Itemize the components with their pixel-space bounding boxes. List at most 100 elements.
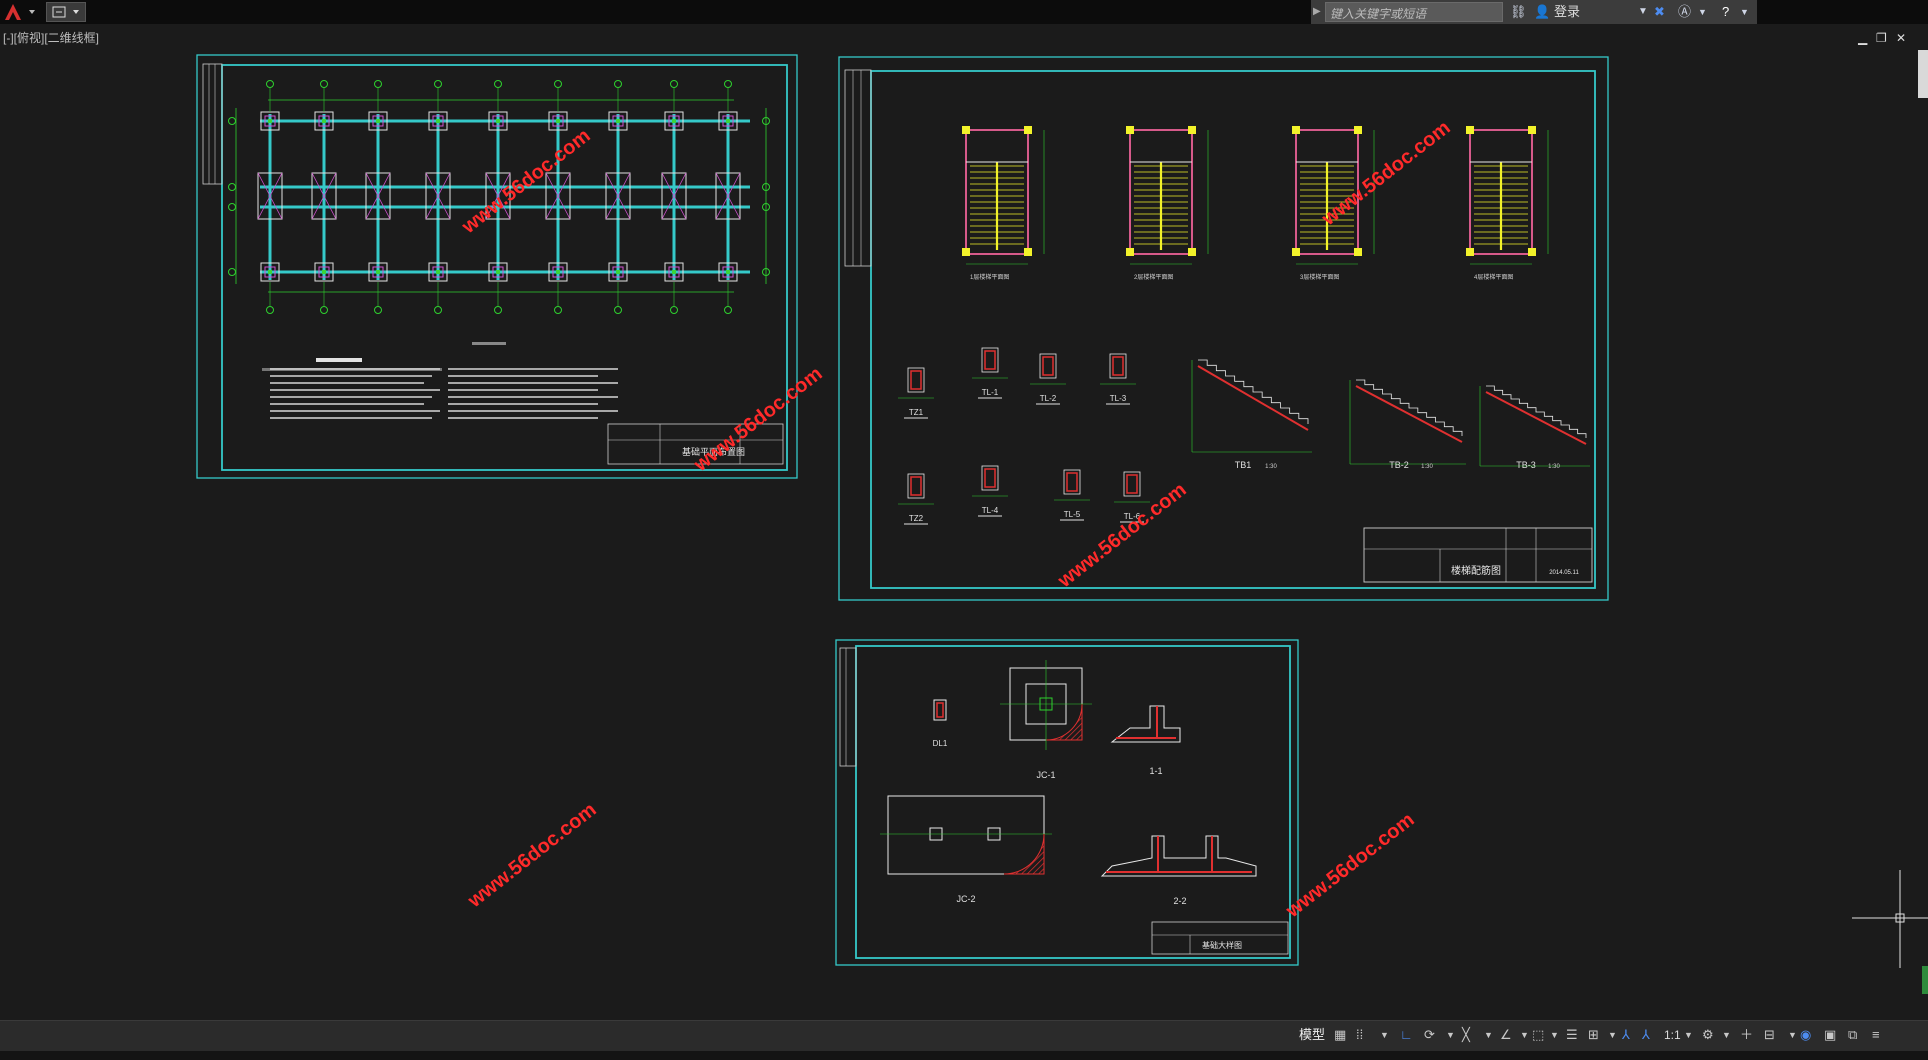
plus-icon[interactable]: ＋ — [1740, 1026, 1753, 1044]
axis-bubble — [374, 306, 382, 314]
axis-bubble — [724, 80, 732, 88]
flight-label: TB1 — [1235, 460, 1252, 470]
osnap-dropdown-icon[interactable]: ▼ — [1550, 1026, 1559, 1044]
watermark-text: www.56doc.com — [457, 125, 594, 239]
polar-dropdown-icon[interactable]: ▼ — [1446, 1026, 1455, 1044]
progress-indicator — [1922, 966, 1928, 994]
snap-icon[interactable]: ⁞⁞ — [1356, 1026, 1363, 1044]
section-2-2 — [1100, 835, 1257, 877]
axis-bubble — [670, 306, 678, 314]
axis-bubble — [724, 306, 732, 314]
lineweight-icon[interactable]: ☰ — [1566, 1026, 1578, 1044]
hardware-acceleration-icon[interactable]: ▣ — [1824, 1026, 1836, 1044]
section-label: TL-2 — [1040, 394, 1057, 403]
watermark-text: www.56doc.com — [463, 799, 600, 913]
section-label: TL-5 — [1064, 510, 1081, 519]
axis-bubble — [228, 268, 236, 276]
stair-plan: 2层楼梯平面图 — [1126, 126, 1209, 281]
stair-flight: TB-3 1:30 — [1479, 385, 1590, 470]
flight-scale: 1:30 — [1548, 464, 1560, 470]
axis-bubble — [266, 306, 274, 314]
axis-bubble — [320, 80, 328, 88]
axis-bubble — [434, 80, 442, 88]
ortho-icon[interactable]: ∟ — [1400, 1026, 1413, 1044]
section-label: TL-3 — [1110, 394, 1127, 403]
workspace-gear-icon[interactable]: ⚙ — [1702, 1026, 1714, 1044]
status-bar — [0, 1020, 1928, 1051]
flight-scale: 1:30 — [1265, 464, 1277, 470]
jc2-plan — [887, 795, 1045, 875]
stair-flight: TB1 1:30 — [1191, 359, 1312, 470]
section-label: TZ1 — [909, 408, 924, 417]
clean-screen-icon[interactable]: ⧉ — [1848, 1026, 1857, 1044]
detail-label: JC-2 — [956, 894, 975, 904]
watermark-text: www.56doc.com — [1281, 809, 1418, 923]
isolate-objects-icon[interactable]: ◉ — [1800, 1026, 1811, 1044]
auto-scale-icon[interactable]: ⅄ — [1642, 1026, 1650, 1044]
track-dropdown-icon[interactable]: ▼ — [1520, 1026, 1529, 1044]
detail-label: 1-1 — [1149, 766, 1162, 776]
object-track-icon[interactable]: ∠ — [1500, 1026, 1512, 1044]
axis-bubble — [320, 306, 328, 314]
sheet-foundation-plan: 基础平面布置图 — [196, 54, 798, 479]
transparency-icon[interactable]: ⊞ — [1588, 1026, 1599, 1044]
axis-bubble — [228, 117, 236, 125]
units-icon[interactable]: ⊟ — [1764, 1026, 1775, 1044]
axis-bubble — [266, 80, 274, 88]
scale-dropdown-icon[interactable]: ▼ — [1684, 1026, 1693, 1044]
section-label: TL-1 — [982, 388, 999, 397]
watermark-text: www.56doc.com — [1053, 479, 1190, 593]
isodraft-icon[interactable]: ╳ — [1462, 1026, 1470, 1044]
snap-dropdown-icon[interactable]: ▼ — [1380, 1026, 1389, 1044]
axis-bubble — [494, 306, 502, 314]
beam-section: TZ1 — [898, 367, 934, 419]
watermark-text: www.56doc.com — [689, 363, 826, 477]
detail-label: JC-1 — [1036, 770, 1055, 780]
drawing-canvas[interactable]: 基础平面布置图 1层楼梯平面图 2层楼梯平面图 3层楼梯平面图 4层楼梯平面图 TZ1… — [0, 0, 1928, 1020]
axis-bubble — [494, 80, 502, 88]
beam-section: TL-4 — [972, 465, 1008, 517]
osnap-icon[interactable]: ⬚ — [1532, 1026, 1544, 1044]
axis-bubble — [228, 203, 236, 211]
axis-bubble — [554, 306, 562, 314]
bottom-edge — [0, 1051, 1928, 1060]
section-1-1 — [1110, 705, 1181, 743]
stair-plan: 4层楼梯平面图 — [1466, 126, 1549, 281]
section-label: TZ2 — [909, 514, 924, 523]
axis-bubble — [670, 80, 678, 88]
flight-label: TB-3 — [1516, 460, 1536, 470]
beam-section: TL-3 — [1100, 353, 1136, 405]
beam-section: TZ2 — [898, 473, 934, 525]
grid-icon[interactable]: ▦ — [1334, 1026, 1346, 1044]
stair-plan-title: 2层楼梯平面图 — [1134, 273, 1173, 281]
beam-section: TL-2 — [1030, 353, 1066, 405]
annotation-visibility-icon[interactable]: ⅄ — [1622, 1026, 1630, 1044]
model-space-button[interactable]: 模型 — [1299, 1026, 1325, 1044]
customization-menu-icon[interactable]: ≡ — [1872, 1026, 1880, 1044]
workspace-dropdown-icon[interactable]: ▼ — [1722, 1026, 1731, 1044]
crosshair-cursor — [1852, 870, 1928, 968]
title-block-name: 楼梯配筋图 — [1451, 564, 1501, 577]
watermark-text: www.56doc.com — [1317, 117, 1454, 231]
stair-plan-title: 1层楼梯平面图 — [970, 273, 1009, 281]
flight-scale: 1:30 — [1421, 464, 1433, 470]
axis-bubble — [614, 306, 622, 314]
units-dropdown-icon[interactable]: ▼ — [1788, 1026, 1797, 1044]
sheet-foundation-details: DL1 JC-1 1-1 JC-2 2-2 基础大样图 — [835, 639, 1299, 966]
annotation-scale[interactable]: 1:1 — [1664, 1026, 1681, 1044]
axis-bubble — [554, 80, 562, 88]
sheet-stair-drawings: 1层楼梯平面图 2层楼梯平面图 3层楼梯平面图 4层楼梯平面图 TZ1 TL-1 TL-2… — [838, 56, 1609, 601]
section-label: TL-4 — [982, 506, 999, 515]
stair-plan-title: 3层楼梯平面图 — [1300, 273, 1339, 281]
beam-section: TL-1 — [972, 347, 1008, 399]
stair-plan: 1层楼梯平面图 — [962, 126, 1045, 281]
axis-bubble — [228, 183, 236, 191]
isodraft-dropdown-icon[interactable]: ▼ — [1484, 1026, 1493, 1044]
title-block-name: 基础大样图 — [1202, 940, 1242, 950]
selection-dropdown-icon[interactable]: ▼ — [1608, 1026, 1617, 1044]
title-block-date: 2014.05.11 — [1549, 570, 1579, 576]
detail-label: 2-2 — [1173, 896, 1186, 906]
stair-plan-title: 4层楼梯平面图 — [1474, 273, 1513, 281]
axis-bubble — [434, 306, 442, 314]
polar-icon[interactable]: ⟳ — [1424, 1026, 1435, 1044]
